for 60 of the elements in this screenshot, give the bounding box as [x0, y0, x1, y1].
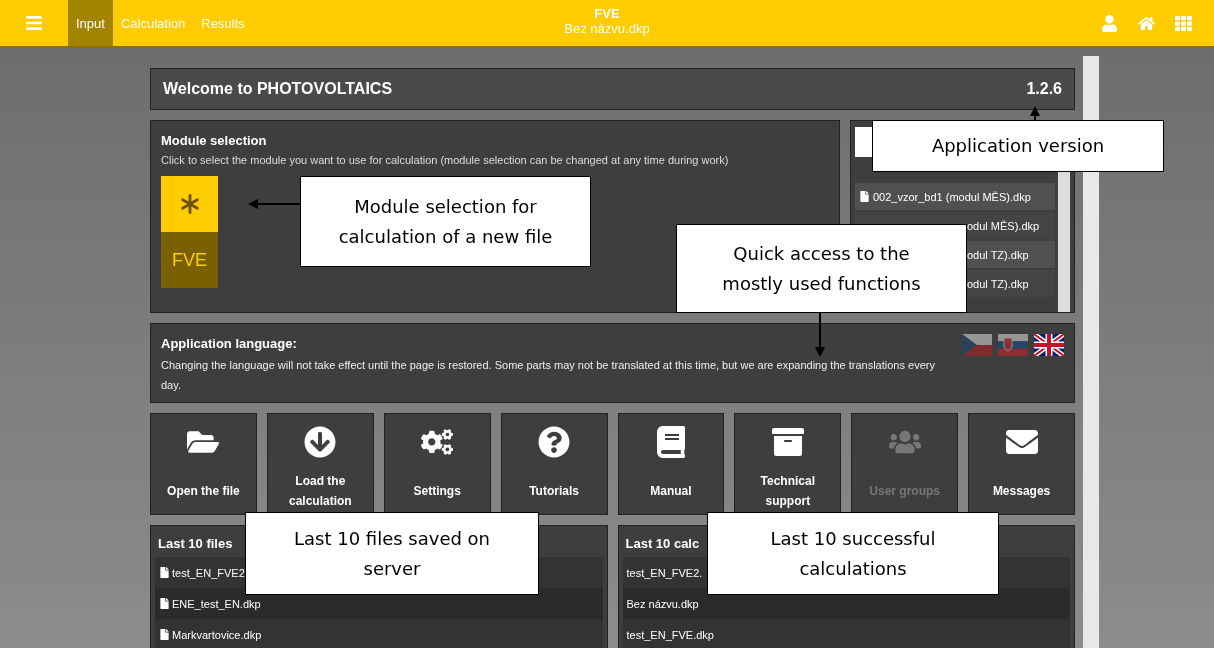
settings-icon: [421, 426, 454, 458]
panel-title: Last 10 calc: [625, 536, 700, 551]
home-icon: [1138, 14, 1155, 32]
panel-title: Application language:: [161, 336, 298, 351]
file-name: Bez názvu.dkp: [564, 21, 650, 36]
menu-icon: [25, 14, 43, 32]
file-row[interactable]: 002_vzor_bd1 (modul MĚS).dkp: [855, 183, 1055, 210]
annotation-tooltip: Last 10 successful calculations: [707, 512, 999, 595]
arrow: [1030, 106, 1040, 121]
annotation-tooltip: Last 10 files saved on server: [245, 512, 539, 595]
annotation-tooltip: Application version: [872, 120, 1164, 172]
file-icon: [159, 567, 170, 578]
action-button[interactable]: Open the file: [150, 413, 257, 515]
file-name: odul TZ).dkp: [967, 248, 1029, 261]
arrow: [815, 312, 825, 357]
grid-icon: [1175, 14, 1192, 32]
panel-title: Last 10 files: [158, 536, 233, 551]
app-title: FVE: [594, 6, 620, 21]
file-name: ENE_test_EN.dkp: [172, 597, 261, 610]
annotation-tooltip: Quick access to the mostly used functions: [676, 224, 967, 313]
home-button[interactable]: [1138, 14, 1155, 32]
czech-flag-icon: [962, 334, 992, 356]
file-name: Markvartovice.dkp: [172, 628, 262, 641]
nav-tab[interactable]: Input: [68, 0, 113, 46]
language-flag-button[interactable]: [1034, 334, 1064, 356]
british-flag-icon: [1034, 334, 1064, 356]
welcome-title: Welcome to PHOTOVOLTAICS: [163, 80, 393, 98]
version-number: 1.2.6: [1026, 80, 1062, 98]
file-icon: [859, 191, 870, 202]
action-button[interactable]: Settings: [383, 413, 491, 515]
language-note: Changing the language will not take effect until the page is restored. Some parts may not be translated at this time, but we are expanding the translations every day.: [161, 358, 936, 393]
file-name: test_EN_FVE2: [172, 566, 245, 579]
slovak-flag-icon: [998, 334, 1028, 356]
module-tile[interactable]: FVE: [161, 176, 218, 288]
action-button[interactable]: Manual: [617, 413, 725, 515]
arrow: [248, 199, 301, 209]
file-name: odul MĚS).dkp: [967, 219, 1040, 232]
user-icon: [1101, 14, 1118, 32]
file-name: 002_vzor_bd1 (modul MĚS).dkp: [873, 190, 1031, 203]
file-name: odul TZ).dkp: [967, 277, 1029, 290]
action-button[interactable]: Load the calculation: [266, 413, 374, 515]
archive-box-icon: [771, 426, 804, 458]
user-button[interactable]: [1101, 14, 1118, 32]
file-name: test_EN_FVE2.: [626, 566, 703, 579]
apps-button[interactable]: [1175, 14, 1192, 32]
action-button[interactable]: Messages: [968, 413, 1075, 515]
panel-title: Module selection: [161, 133, 268, 148]
help-icon: [538, 426, 571, 458]
action-button[interactable]: Tutorials: [500, 413, 608, 515]
recent-row[interactable]: test_EN_FVE.dkp: [622, 619, 1070, 648]
book-icon: [654, 426, 687, 458]
annotation-tooltip: Module selection for calculation of a new file: [300, 176, 591, 267]
action-button[interactable]: Technical support: [734, 413, 842, 515]
recent-row[interactable]: Markvartovice.dkp: [155, 619, 603, 648]
panel-hint: Click to select the module you want to use for calculation (module selection can be changed at any time during work): [161, 153, 730, 168]
download-icon: [304, 426, 337, 458]
file-name: Bez názvu.dkp: [626, 597, 699, 610]
file-name: test_EN_FVE.dkp: [626, 628, 714, 641]
file-icon: [159, 598, 170, 609]
file-icon: [159, 629, 170, 640]
